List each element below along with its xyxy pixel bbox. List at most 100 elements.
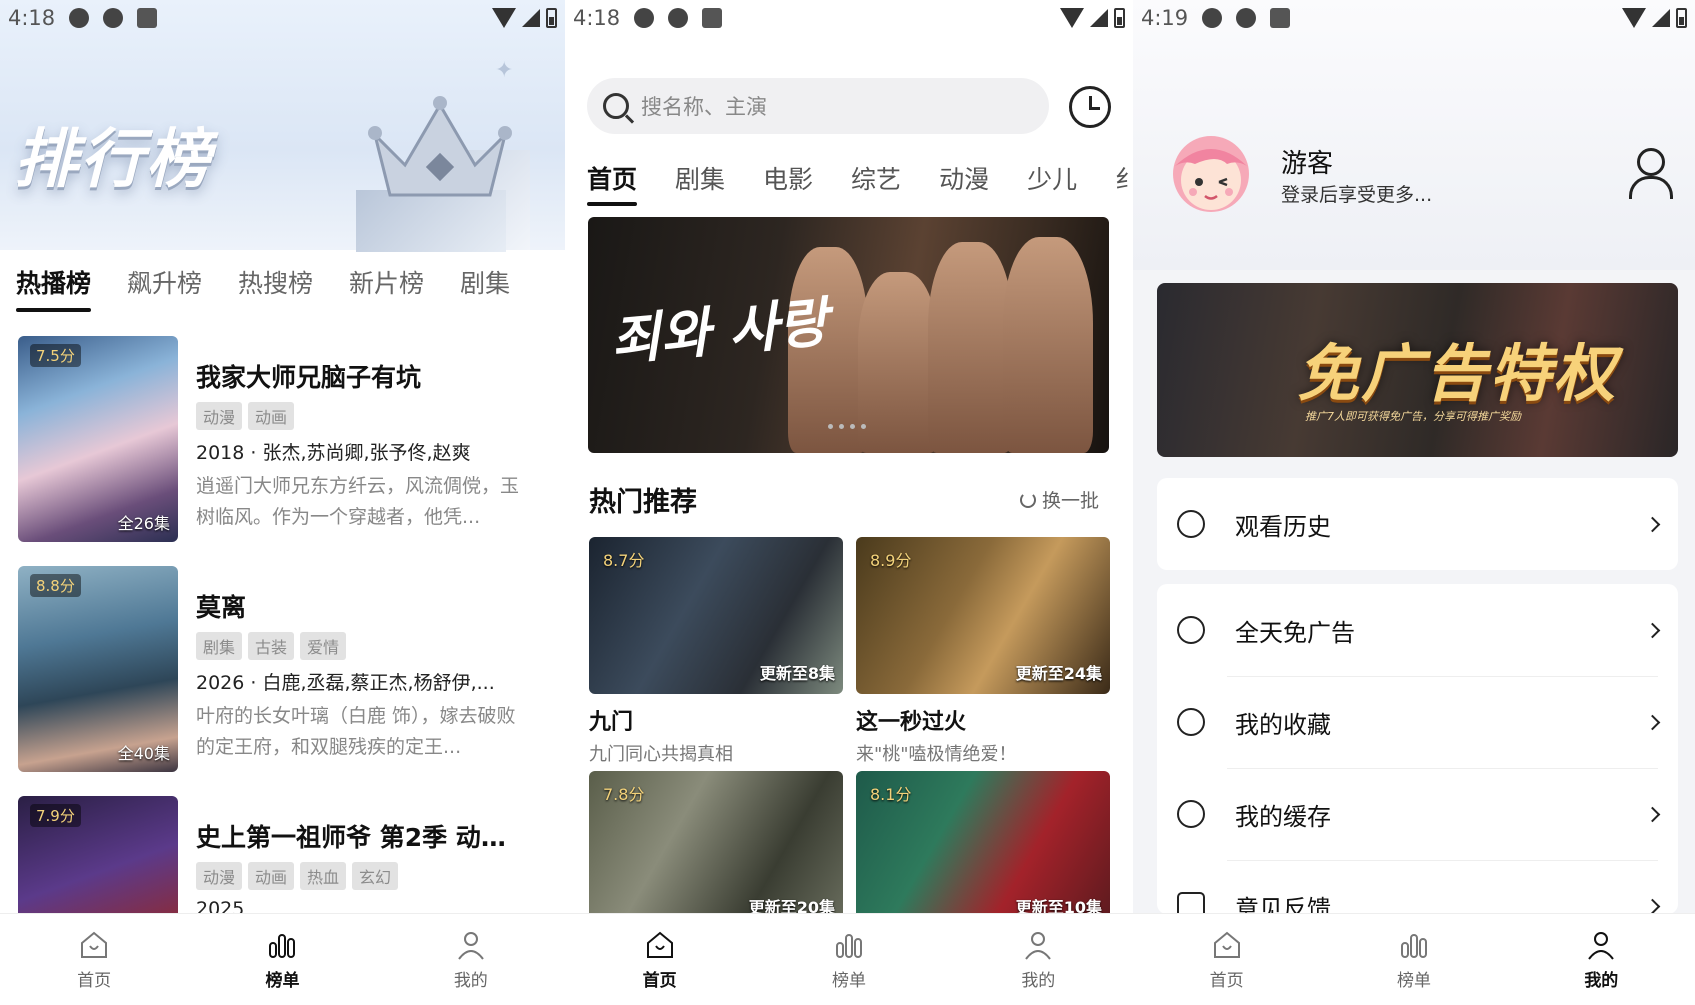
score-badge: 8.9分 <box>870 551 912 570</box>
score-badge: 8.7分 <box>603 551 645 570</box>
keyboard-icon <box>137 8 158 28</box>
feedback-icon <box>1177 892 1205 914</box>
user-icon <box>454 928 488 962</box>
search-icon <box>603 93 629 119</box>
nav-profile[interactable]: 我的 <box>1541 928 1661 991</box>
history-icon[interactable] <box>1069 86 1111 128</box>
user-icon <box>1021 928 1055 962</box>
tab-hot-play[interactable]: 热播榜 <box>16 258 92 322</box>
section-header: 热门推荐 换一批 <box>589 480 1099 519</box>
login-prompt[interactable]: 登录后享受更多... <box>1281 180 1432 207</box>
battery-icon <box>1676 8 1687 28</box>
status-bar: 4:19 <box>1133 0 1695 36</box>
tab-series[interactable]: 剧集 <box>675 160 725 212</box>
section-title: 热门推荐 <box>589 487 697 518</box>
list-item[interactable]: 8.8分 全40集 莫离 剧集 古装 爱情 2026 · 白鹿,丞磊,蔡正杰,杨… <box>0 560 565 790</box>
menu-label: 观看历史 <box>1235 512 1331 541</box>
search-placeholder: 搜名称、主演 <box>641 95 767 119</box>
episode-count: 全26集 <box>117 514 170 533</box>
banner-figure <box>1003 237 1093 453</box>
vip-subtitle: 推广7人即可获得免广告，分享可得推广奖励 <box>1305 410 1521 423</box>
notification-icon <box>1236 8 1257 28</box>
tab-home[interactable]: 首页 <box>587 160 638 212</box>
tab-kids[interactable]: 少儿 <box>1027 160 1077 212</box>
menu-card: 观看历史 <box>1157 478 1678 570</box>
menu-label: 我的收藏 <box>1235 710 1331 739</box>
username[interactable]: 游客 <box>1281 143 1333 180</box>
nav-label: 首页 <box>77 971 112 991</box>
nav-label: 榜单 <box>1396 971 1431 991</box>
avatar[interactable] <box>1161 126 1261 216</box>
video-card[interactable]: 8.7分 更新至8集 九门 九门同心共揭真相 <box>589 537 843 771</box>
login-user-icon[interactable] <box>1627 148 1673 199</box>
nav-profile[interactable]: 我的 <box>411 928 531 991</box>
profile-screen: 4:19 游客 登录后享受更多... 免广告特权 推广7人即可获得免广告，分享可… <box>1133 0 1695 1005</box>
keyboard-icon <box>702 8 723 28</box>
nav-label: 榜单 <box>831 971 866 991</box>
notification-icon <box>668 8 689 28</box>
refresh-label: 换一批 <box>1041 490 1099 512</box>
history-icon <box>1177 510 1205 538</box>
nav-ranking[interactable]: 榜单 <box>789 928 909 991</box>
tab-movies[interactable]: 电影 <box>763 160 813 212</box>
list-item[interactable]: 7.9分 史上第一祖师爷 第2季 动态... 动漫 动画 热血 玄幻 2025 <box>0 790 565 913</box>
wifi-icon <box>1060 8 1084 28</box>
download-icon <box>1177 800 1205 828</box>
chevron-right-icon <box>1644 714 1661 730</box>
menu-item-downloads[interactable]: 我的缓存 <box>1157 768 1678 860</box>
menu-item-history[interactable]: 观看历史 <box>1157 478 1678 570</box>
nav-ranking[interactable]: 榜单 <box>222 928 342 991</box>
nav-home[interactable]: 首页 <box>600 928 720 991</box>
banner-figure <box>858 272 938 453</box>
page-title: 排行榜 <box>14 123 212 197</box>
thumbnail: 8.1分 更新至10集 <box>856 771 1110 928</box>
menu-item-feedback[interactable]: 意见反馈 <box>1157 860 1678 914</box>
nav-profile[interactable]: 我的 <box>978 928 1098 991</box>
tab-new-release[interactable]: 新片榜 <box>349 258 424 322</box>
status-time: 4:18 <box>573 6 621 30</box>
hero-banner[interactable]: 죄와 사랑 <box>588 217 1109 453</box>
genre-tag: 玄幻 <box>352 862 399 890</box>
nav-label: 我的 <box>1584 971 1619 991</box>
notification-icon <box>103 8 124 28</box>
menu-item-favorites[interactable]: 我的收藏 <box>1157 676 1678 768</box>
home-icon <box>77 928 111 962</box>
heart-icon <box>1177 708 1205 736</box>
nav-home[interactable]: 首页 <box>1167 928 1287 991</box>
tab-hot-search[interactable]: 热搜榜 <box>238 258 313 322</box>
nav-label: 榜单 <box>265 971 300 991</box>
list-item[interactable]: 7.5分 全26集 我家大师兄脑子有坑 动漫 动画 2018 · 张杰,苏尚卿,… <box>0 330 565 560</box>
video-card[interactable]: 8.9分 更新至24集 这一秒过火 来"桃"嗑极情绝爱！ <box>856 537 1110 771</box>
genre-tag: 古装 <box>248 632 295 660</box>
search-input[interactable]: 搜名称、主演 <box>587 78 1049 134</box>
item-title: 莫离 <box>196 593 247 622</box>
nav-label: 我的 <box>1021 971 1056 991</box>
menu-label: 全天免广告 <box>1235 618 1355 647</box>
bottom-navigation: 首页 榜单 我的 <box>1133 913 1695 1005</box>
tab-more[interactable]: 纟 <box>1115 160 1133 212</box>
refresh-button[interactable]: 换一批 <box>1019 486 1099 513</box>
menu-card: 全天免广告 我的收藏 我的缓存 意见反馈 <box>1157 584 1678 914</box>
poster-image: 8.8分 全40集 <box>18 566 178 772</box>
nav-ranking[interactable]: 榜单 <box>1354 928 1474 991</box>
ad-free-banner[interactable]: 免广告特权 推广7人即可获得免广告，分享可得推广奖励 <box>1157 283 1678 457</box>
chevron-right-icon <box>1644 516 1661 532</box>
menu-label: 意见反馈 <box>1235 894 1331 915</box>
status-bar: 4:18 <box>565 0 1133 36</box>
thumbnail: 8.7分 更新至8集 <box>589 537 843 694</box>
item-description: 叶府的长女叶璃（白鹿 饰），嫁去破败的定王府，和双腿残疾的定王... <box>196 705 516 758</box>
genre-tag: 剧集 <box>196 632 243 660</box>
score-badge: 8.1分 <box>870 785 912 804</box>
tab-variety[interactable]: 综艺 <box>851 160 901 212</box>
nav-home[interactable]: 首页 <box>34 928 154 991</box>
tab-anime[interactable]: 动漫 <box>939 160 989 212</box>
status-time: 4:19 <box>1141 6 1189 30</box>
menu-item-ad-free[interactable]: 全天免广告 <box>1157 584 1678 676</box>
tab-rising[interactable]: 飙升榜 <box>127 258 202 322</box>
tab-series[interactable]: 剧集 <box>460 258 510 322</box>
ranking-screen: ✦ 排行榜 4:18 热播榜 飙升榜 热搜榜 新片榜 剧集 7.5分 全26集 … <box>0 0 565 1005</box>
genre-tag: 热血 <box>300 862 347 890</box>
chart-bars-icon <box>1397 928 1431 962</box>
item-title: 史上第一祖师爷 第2季 动态... <box>196 823 526 852</box>
refresh-icon <box>1019 491 1036 508</box>
